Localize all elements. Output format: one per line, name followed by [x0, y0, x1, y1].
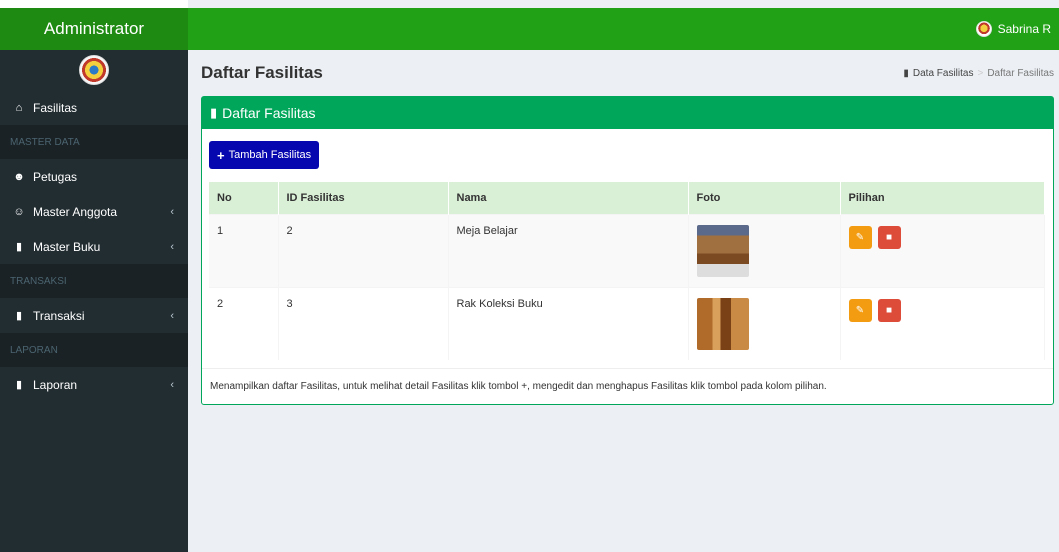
trash-icon: ■: [885, 304, 893, 316]
chevron-left-icon: ‹: [170, 378, 174, 391]
cell-nama: Rak Koleksi Buku: [448, 286, 689, 360]
edit-icon: ✎: [855, 231, 865, 243]
brand-text: Administrator: [43, 19, 145, 38]
user-plus-icon: ☻: [13, 170, 25, 183]
sidebar-item-laporan[interactable]: ▮ Laporan ‹: [0, 367, 188, 402]
seal-logo: [79, 55, 109, 85]
top-navbar: Sabrina R: [188, 8, 1059, 50]
table-row: 2 3 Rak Koleksi Buku ✎ ■: [209, 286, 1045, 360]
sidebar-item-label: Master Anggota: [33, 204, 118, 219]
cell-no: 2: [209, 286, 279, 360]
row-actions: ✎ ■: [848, 225, 1037, 249]
sidebar-item-transaksi[interactable]: ▮ Transaksi ‹: [0, 298, 188, 333]
plus-icon: +: [217, 147, 225, 163]
user-menu[interactable]: Sabrina R: [975, 21, 1051, 37]
facility-photo[interactable]: [696, 224, 749, 277]
chevron-left-icon: ‹: [170, 240, 174, 253]
facilities-box: ▮ Daftar Fasilitas + Tambah Fasilitas No…: [201, 96, 1054, 405]
sidebar-item-master-buku[interactable]: ▮ Master Buku ‹: [0, 229, 188, 264]
table-row: 1 2 Meja Belajar ✎ ■: [209, 213, 1045, 287]
delete-button[interactable]: ■: [877, 225, 901, 249]
column-header-id[interactable]: ID Fasilitas: [278, 182, 449, 214]
sidebar-item-label: Laporan: [33, 377, 78, 392]
cell-pilihan: ✎ ■: [840, 286, 1045, 360]
edit-button[interactable]: ✎: [848, 298, 872, 322]
book-icon: ▮: [15, 241, 23, 253]
column-header-no[interactable]: No: [209, 182, 279, 214]
table-footnote: Menampilkan daftar Fasilitas, untuk meli…: [202, 367, 1053, 404]
sidebar-logo: [0, 50, 188, 90]
delete-button[interactable]: ■: [877, 298, 901, 322]
brand-logo[interactable]: Administrator: [0, 0, 188, 50]
sidebar-item-label: Fasilitas: [33, 100, 78, 115]
book-icon: ▮: [15, 379, 23, 391]
cell-nama: Meja Belajar: [448, 213, 689, 287]
home-icon: ⌂: [15, 101, 23, 114]
add-facility-label: Tambah Fasilitas: [228, 149, 312, 161]
breadcrumb-current: Daftar Fasilitas: [987, 67, 1054, 79]
column-header-foto[interactable]: Foto: [688, 182, 841, 214]
breadcrumb: ▮ Data Fasilitas > Daftar Fasilitas: [903, 68, 1054, 79]
column-header-nama[interactable]: Nama: [448, 182, 689, 214]
edit-icon: ✎: [855, 304, 865, 316]
cell-id: 3: [278, 286, 449, 360]
trash-icon: ■: [885, 231, 893, 243]
breadcrumb-link[interactable]: Data Fasilitas: [913, 68, 974, 79]
sidebar-header-laporan: LAPORAN: [0, 333, 188, 367]
sidebar-item-label: Petugas: [33, 169, 78, 184]
box-body: + Tambah Fasilitas No ID Fasilitas Nama …: [202, 129, 1053, 368]
table-header-row: No ID Fasilitas Nama Foto Pilihan: [209, 182, 1045, 214]
box-header: ▮ Daftar Fasilitas: [202, 97, 1053, 129]
column-header-pilihan[interactable]: Pilihan: [840, 182, 1045, 214]
facilities-table: No ID Fasilitas Nama Foto Pilihan 1 2 Me…: [209, 182, 1045, 360]
chevron-left-icon: ‹: [170, 309, 174, 322]
breadcrumb-separator: >: [977, 67, 984, 79]
sidebar-header-master-data: MASTER DATA: [0, 125, 188, 159]
cell-foto: [688, 286, 841, 360]
cell-id: 2: [278, 213, 449, 287]
book-icon: ▮: [15, 310, 23, 322]
chevron-left-icon: ‹: [170, 205, 174, 218]
main-content: Daftar Fasilitas ▮ Data Fasilitas > Daft…: [188, 50, 1059, 552]
edit-button[interactable]: ✎: [848, 225, 872, 249]
add-facility-button[interactable]: + Tambah Fasilitas: [209, 141, 320, 169]
row-actions: ✎ ■: [848, 298, 1037, 322]
cell-foto: [688, 213, 841, 287]
sidebar-item-master-anggota[interactable]: ☺ Master Anggota ‹: [0, 194, 188, 229]
book-icon: ▮: [903, 67, 909, 79]
user-avatar: [975, 21, 992, 37]
cell-no: 1: [209, 213, 279, 287]
page-title: Daftar Fasilitas: [201, 63, 323, 82]
user-name: Sabrina R: [997, 22, 1051, 36]
sidebar-header-transaksi: TRANSAKSI: [0, 264, 188, 298]
sidebar-item-label: Master Buku: [33, 239, 101, 254]
sidebar: ⌂ Fasilitas MASTER DATA ☻ Petugas ☺ Mast…: [0, 50, 188, 552]
sidebar-item-label: Transaksi: [33, 308, 85, 323]
book-icon: ▮: [210, 105, 218, 120]
sidebar-item-petugas[interactable]: ☻ Petugas: [0, 159, 188, 194]
cell-pilihan: ✎ ■: [840, 213, 1045, 287]
facility-photo[interactable]: [696, 297, 749, 350]
content-header: Daftar Fasilitas ▮ Data Fasilitas > Daft…: [201, 50, 1054, 96]
box-title: Daftar Fasilitas: [222, 105, 316, 121]
sidebar-item-fasilitas[interactable]: ⌂ Fasilitas: [0, 90, 188, 125]
users-icon: ☺: [13, 205, 25, 218]
